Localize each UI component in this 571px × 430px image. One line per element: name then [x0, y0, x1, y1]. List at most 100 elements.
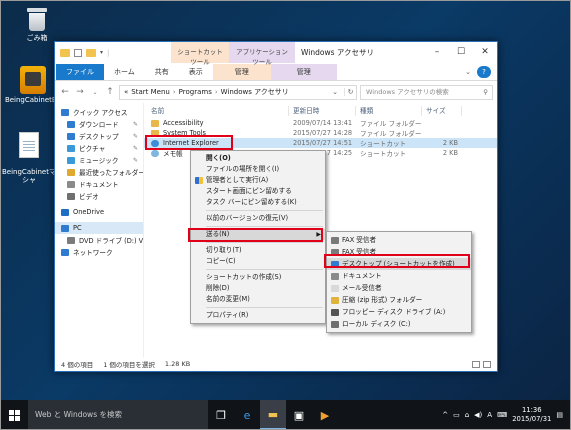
column-header-name[interactable]: 名前 — [144, 105, 289, 116]
address-bar[interactable]: « Start Menu › Programs › Windows アクセサリ … — [119, 84, 357, 100]
file-name: Internet Explorer — [163, 139, 219, 147]
tab-home[interactable]: ホーム — [104, 64, 145, 80]
search-input[interactable]: Windows アクセサリの検索 ⚲ — [360, 84, 493, 100]
send-to-item[interactable]: FAX 受信者 — [327, 234, 471, 246]
context-menu-item[interactable]: コピー(C) — [191, 256, 325, 267]
nav-item[interactable]: DVD ドライブ (D:) VMw — [55, 234, 143, 246]
context-menu-item[interactable]: タスク バーにピン留めする(K) — [191, 197, 325, 208]
status-bar: 4 個の項目 1 個の項目を選択 1.28 KB — [55, 357, 497, 371]
send-to-item[interactable]: フロッピー ディスク ドライブ (A:) — [327, 306, 471, 318]
nav-item[interactable]: ミュージック ✎ — [55, 154, 143, 166]
send-to-item[interactable]: FAX 受信者 — [327, 246, 471, 258]
context-menu-item[interactable]: スタート画面にピン留めする — [191, 186, 325, 197]
task-view-icon[interactable]: ❐ — [208, 400, 234, 430]
store-icon[interactable]: ▣ — [286, 400, 312, 430]
send-to-item[interactable]: ドキュメント — [327, 270, 471, 282]
context-menu-item[interactable]: 名前の変更(M) — [191, 294, 325, 305]
desktop-icon-document[interactable]: BeingCabinetマ シャ — [0, 124, 60, 192]
pin-icon: ✎ — [132, 120, 138, 128]
minimize-button[interactable]: – — [425, 42, 449, 63]
network-icon[interactable]: ⌂ — [465, 411, 469, 419]
context-menu-item[interactable]: プロパティ(R) — [191, 310, 325, 321]
breadcrumb-overflow[interactable]: « — [124, 88, 128, 96]
tab-file[interactable]: ファイル — [56, 64, 104, 80]
recent-locations-icon[interactable]: ⌄ — [89, 89, 101, 96]
nav-item-label: DVD ドライブ (D:) VMw — [79, 237, 144, 245]
context-menu-item[interactable]: 管理者として実行(A) — [191, 175, 325, 186]
help-icon[interactable]: ? — [477, 66, 491, 78]
system-tray: ^ ▭ ⌂ ◀) A ⌨ 11:36 2015/07/31 ▤ — [442, 406, 571, 424]
nav-item[interactable]: PC — [55, 222, 143, 234]
volume-icon[interactable]: ◀) — [474, 411, 482, 419]
properties-icon[interactable] — [74, 48, 82, 57]
keyboard-icon[interactable]: ⌨ — [497, 411, 507, 419]
nav-item[interactable]: ダウンロード ✎ — [55, 118, 143, 130]
nav-item[interactable]: ネットワーク — [55, 246, 143, 258]
chevron-down-icon[interactable]: ⌄ — [329, 88, 341, 96]
media-icon[interactable]: ▶ — [312, 400, 338, 430]
forward-icon[interactable]: → — [74, 87, 86, 97]
refresh-icon[interactable]: ↻ — [344, 88, 356, 96]
context-menu-item[interactable]: 開く(O) — [191, 153, 325, 164]
taskbar-search-input[interactable]: Web と Windows を検索 — [28, 400, 208, 430]
file-row[interactable]: Accessibility 2009/07/14 13:41 ファイル フォルダー — [144, 118, 497, 128]
tab-view[interactable]: 表示 — [179, 64, 213, 80]
context-menu-item[interactable]: ファイルの場所を開く(I) — [191, 164, 325, 175]
chevron-down-icon[interactable]: ▾ — [100, 49, 103, 56]
tab-manage-shortcut[interactable]: 管理 — [212, 64, 271, 80]
nav-item[interactable]: ドキュメント — [55, 178, 143, 190]
nav-item-label: ネットワーク — [73, 249, 113, 257]
nav-item[interactable]: ピクチャ ✎ — [55, 142, 143, 154]
file-row[interactable]: System Tools 2015/07/27 14:28 ファイル フォルダー — [144, 128, 497, 138]
folder-icon — [151, 119, 159, 127]
file-explorer-icon[interactable]: ▬ — [260, 400, 286, 430]
breadcrumb-programs[interactable]: Programs — [179, 88, 212, 96]
fax-icon — [331, 248, 339, 256]
desktop-icon-recycle-bin[interactable]: ごみ箱 — [6, 6, 68, 42]
start-button[interactable] — [0, 400, 28, 430]
column-header-size[interactable]: サイズ — [422, 105, 462, 116]
nav-item[interactable]: OneDrive — [55, 206, 143, 218]
recycle-bin-icon — [26, 6, 48, 32]
column-header-type[interactable]: 種類 — [356, 105, 422, 116]
send-to-item[interactable]: デスクトップ (ショートカットを作成) — [327, 258, 471, 270]
dvd-drive-icon — [67, 236, 75, 244]
documents-icon — [331, 272, 339, 280]
tab-manage-application[interactable]: 管理 — [270, 64, 337, 80]
maximize-button[interactable]: ☐ — [449, 42, 473, 63]
notifications-icon[interactable]: ▤ — [556, 411, 563, 419]
nav-item[interactable]: クイック アクセス — [55, 106, 143, 118]
column-header-date[interactable]: 更新日時 — [289, 105, 356, 116]
new-folder-icon[interactable] — [86, 48, 96, 57]
context-menu-item[interactable]: 送る(N) ▶ — [191, 229, 325, 240]
breadcrumb-accessories[interactable]: Windows アクセサリ — [221, 87, 289, 97]
send-to-item[interactable]: メール受信者 — [327, 282, 471, 294]
tray-chevron-icon[interactable]: ^ — [442, 411, 448, 419]
context-menu-item[interactable]: 以前のバージョンの復元(V) — [191, 213, 325, 224]
breadcrumb-start-menu[interactable]: Start Menu — [131, 88, 170, 96]
nav-item[interactable]: デスクトップ ✎ — [55, 130, 143, 142]
send-to-item[interactable]: ローカル ディスク (C:) — [327, 318, 471, 330]
clock[interactable]: 11:36 2015/07/31 — [512, 406, 551, 424]
context-menu-item[interactable]: ショートカットの作成(S) — [191, 272, 325, 283]
ime-indicator[interactable]: A — [487, 411, 492, 419]
tab-share[interactable]: 共有 — [145, 64, 179, 80]
send-to-item-label: メール受信者 — [342, 284, 382, 292]
up-icon[interactable]: ↑ — [104, 87, 116, 97]
status-item-count: 4 個の項目 — [61, 361, 94, 369]
large-icons-view-icon[interactable] — [483, 360, 491, 368]
back-icon[interactable]: ← — [59, 87, 71, 97]
file-row[interactable]: Internet Explorer 2015/07/27 14:51 ショートカット… — [144, 138, 497, 148]
send-to-item[interactable]: 圧縮 (zip 形式) フォルダー — [327, 294, 471, 306]
context-menu-item-label: 管理者として実行(A) — [206, 176, 269, 184]
close-button[interactable]: ✕ — [473, 42, 497, 63]
nav-item[interactable]: 最近使ったフォルダー✎ — [55, 166, 143, 178]
nav-item[interactable]: ビデオ — [55, 190, 143, 202]
details-view-icon[interactable] — [472, 360, 480, 368]
context-menu-item[interactable]: 切り取り(T) — [191, 245, 325, 256]
edge-icon[interactable]: e — [234, 400, 260, 430]
expand-ribbon-icon[interactable]: ⌄ — [459, 64, 477, 80]
monitor-icon[interactable]: ▭ — [453, 411, 460, 419]
context-menu-item[interactable]: 削除(D) — [191, 283, 325, 294]
file-type: ショートカット — [360, 150, 407, 158]
